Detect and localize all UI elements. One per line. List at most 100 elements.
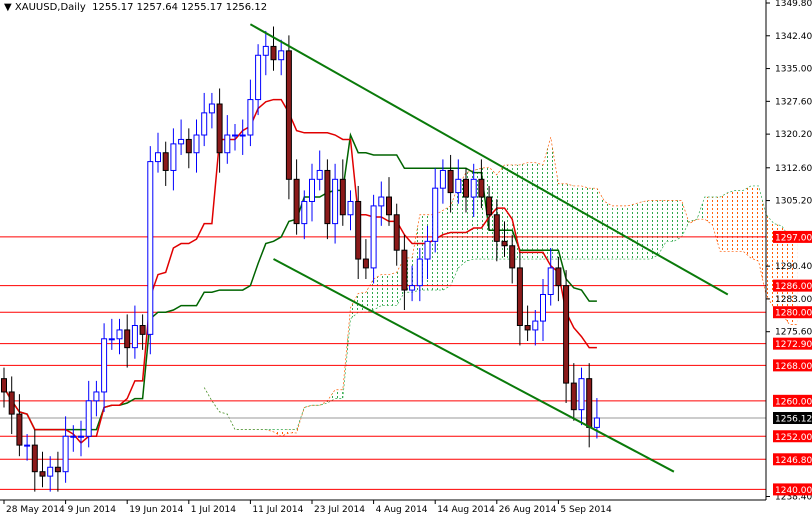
bear-candle [31,444,38,473]
cloud-segment [527,162,536,260]
bull-candle [47,466,54,477]
y-tick-label: 1290.40 [775,262,812,272]
bear-candle [447,169,454,194]
symbol-timeframe: XAUUSD,Daily [14,2,86,13]
bull-candle [301,200,308,225]
y-tick-label: 1283.00 [775,295,812,305]
bull-candle [193,134,200,154]
cloud-segment [535,162,543,260]
x-tick-label: 19 Jun 2014 [129,505,183,515]
chart-header: ▼ XAUUSD,Daily 1255.17 1257.64 1255.17 1… [4,2,267,13]
ichimoku-lines [3,98,597,444]
cloud-segment [566,183,574,260]
bull-candle [255,54,262,101]
level-label: 1272.90 [775,340,812,350]
bull-candle [170,143,177,171]
bull-candle [578,378,585,411]
x-tick-label: 28 May 2014 [6,505,65,515]
bull-candle [439,169,446,189]
bear-candle [393,214,400,251]
cloud-segment [373,274,382,310]
y-tick-label: 1305.20 [775,197,812,207]
cloud-segment [704,197,713,225]
cloud-segment [589,188,597,260]
cloud-segment [650,200,659,260]
level-label: 1246.80 [775,456,812,466]
y-tick-label: 1342.40 [775,32,812,42]
bull-candle [409,285,416,291]
bull-candle [432,187,439,242]
bear-candle [339,178,346,216]
x-tick-label: 1 Jul 2014 [191,505,236,515]
dropdown-triangle-icon[interactable]: ▼ [4,2,12,13]
cloud-segment [365,278,374,313]
bull-candle [593,417,600,428]
cloud-segment [573,185,582,260]
bull-candle [370,205,377,269]
level-label: 1252.00 [775,433,812,443]
cloud-segment [288,429,297,433]
level-label: 1268.00 [775,362,812,372]
bull-candle [101,338,108,393]
bull-candle [224,134,231,154]
x-tick-label: 26 Aug 2014 [499,505,557,515]
bull-candle [208,103,215,114]
x-tick-label: 9 Jun 2014 [68,505,117,515]
bear-candle [478,178,485,198]
level-label: 1260.00 [775,397,812,407]
bull-candle [470,178,477,198]
bear-candle [570,382,577,411]
bull-candle [78,435,84,438]
bull-candle [239,134,246,137]
y-tick-label: 1320.20 [775,130,812,140]
bear-candle [270,45,277,61]
bull-candle [455,178,462,194]
cloud-segment [442,205,451,291]
bull-candle [278,50,285,61]
current-price-label: 1256.12 [775,415,812,425]
time-axis: 28 May 2014 9 Jun 2014 19 Jun 2014 1 Jul 20… [3,500,612,515]
cloud-segment [635,201,644,260]
bear-candle [324,169,331,225]
cloud-segment [558,183,567,260]
bear-candle [486,196,493,216]
x-tick-label: 23 Jul 2014 [314,505,365,515]
bear-candle [516,267,523,327]
bear-candle [39,471,46,477]
y-tick-label: 1335.00 [775,65,812,75]
ohlc-values: 1255.17 1257.64 1255.17 1256.12 [92,2,268,13]
bear-candle [586,378,593,428]
bear-candle [293,178,300,225]
bull-candle [131,325,138,349]
bull-candle [262,45,269,56]
bear-candle [124,329,131,349]
cloud-segment [735,190,744,252]
cloud-segment [381,274,389,306]
bull-candle [155,152,161,163]
bear-candle [463,178,469,198]
bull-candle [378,196,385,207]
cloud-segment [581,185,590,260]
cloud-segment [389,272,397,306]
bear-candle [285,50,292,180]
bull-candle [316,169,323,180]
bear-candle [185,138,192,154]
bull-candle [416,258,423,287]
level-label: 1240.00 [775,486,812,496]
bear-candle [8,391,15,415]
bear-candle [555,267,562,287]
bull-candle [62,435,69,473]
ichimoku-cloud [203,137,798,437]
cloud-segment [681,200,690,237]
bear-candle [54,466,61,473]
price-chart: 1349.80 1342.40 1335.00 1327.60 1320.20 1312.… [0,0,812,515]
level-label: 1286.00 [775,282,812,292]
x-tick-label: 14 Aug 2014 [437,505,495,515]
cloud-segment [335,389,343,399]
bear-candle [162,152,169,171]
cloud-segment [627,203,636,260]
cloud-segment [720,192,728,252]
y-tick-label: 1275.60 [775,328,812,338]
bull-candle [147,161,154,335]
y-tick-label: 1312.60 [775,164,812,174]
